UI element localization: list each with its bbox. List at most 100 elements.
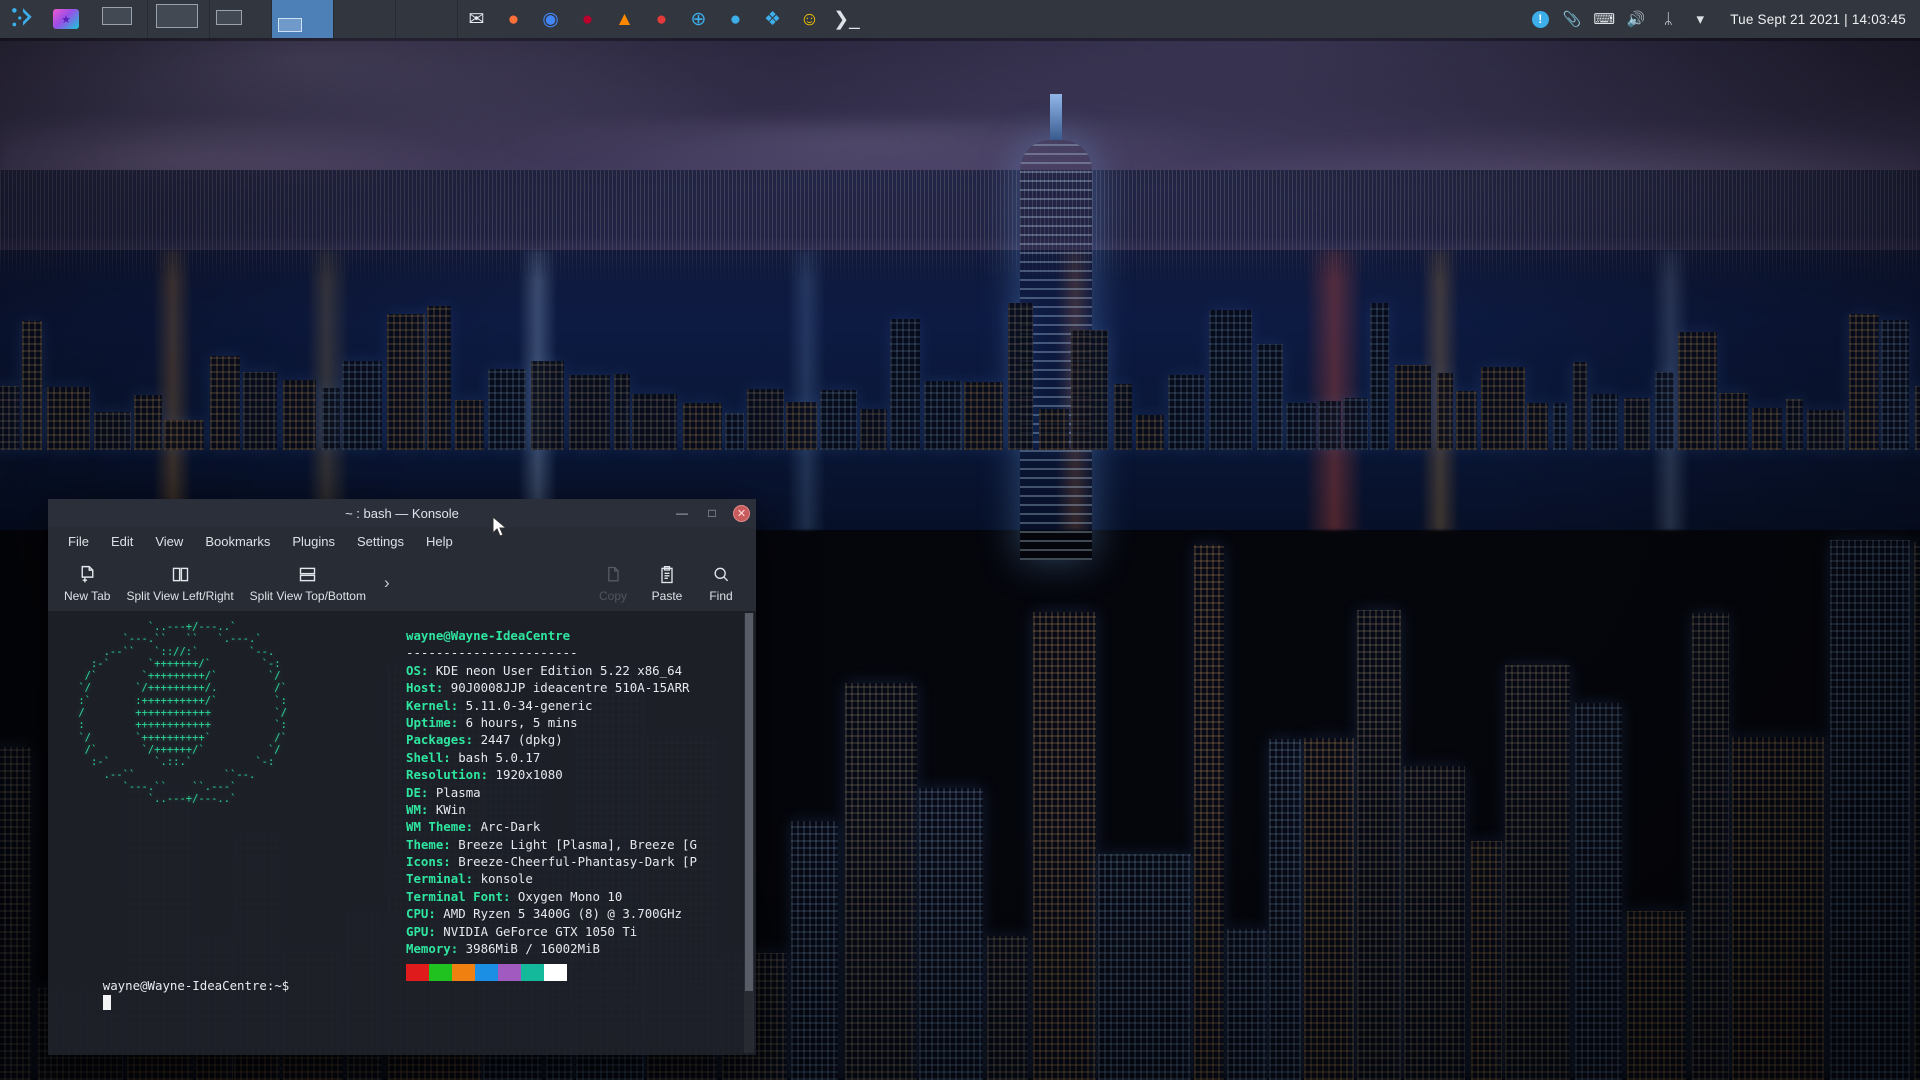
terminal-color-swatches — [406, 963, 567, 981]
taskbar-firefox-button[interactable]: ● — [495, 0, 532, 38]
neofetch-row: GPU: NVIDIA GeForce GTX 1050 Ti — [406, 923, 697, 940]
toolbar-paste[interactable]: Paste — [640, 562, 694, 605]
chevron-right-icon[interactable]: › — [374, 573, 400, 593]
neofetch-value: konsole — [473, 871, 533, 887]
shell-prompt-line[interactable]: wayne@Wayne-IdeaCentre:~$ — [58, 959, 289, 1029]
wallpaper-building — [1471, 841, 1502, 1080]
terminal-output-area[interactable]: `..---+/---..` `---.`` `` `.---.` .--`` … — [48, 611, 756, 1055]
wallpaper-building — [569, 375, 610, 450]
wallpaper-building — [488, 369, 526, 450]
neofetch-value: 6 hours, 5 mins — [458, 714, 578, 730]
toolbar-split-tb-label: Split View Top/Bottom — [249, 588, 366, 603]
wallpaper-building — [1591, 394, 1618, 450]
wallpaper-building — [1269, 739, 1301, 1080]
new-tab-icon — [77, 564, 98, 586]
wallpaper-building — [1719, 393, 1748, 450]
menu-item-help[interactable]: Help — [416, 530, 463, 553]
pager-desktop-2[interactable] — [148, 0, 210, 38]
taskbar-discover-button[interactable]: ● — [717, 0, 754, 38]
toolbar-split-left-right[interactable]: Split View Left/Right — [118, 562, 241, 605]
close-button[interactable]: ✕ — [733, 504, 750, 522]
konsole-toolbar: New Tab Split View Left/Right Split View… — [48, 555, 756, 611]
taskbar-emoji-button[interactable]: ☺ — [791, 0, 828, 38]
color-swatch — [452, 963, 475, 981]
folder-star-icon — [53, 9, 79, 29]
taskbar-thunderbird-button[interactable]: ✉ — [458, 0, 495, 38]
wallpaper-building — [94, 412, 131, 450]
menu-item-file[interactable]: File — [58, 530, 99, 553]
keyboard-tray-item[interactable]: ⌨ — [1588, 0, 1620, 38]
taskbar-japan-flag-button[interactable]: ● — [569, 0, 606, 38]
color-swatch — [498, 963, 521, 981]
neofetch-row: Terminal Font: Oxygen Mono 10 — [406, 888, 697, 905]
neofetch-key: Shell: — [406, 749, 451, 765]
taskbar-konsole-button[interactable]: ❯_ — [828, 0, 865, 38]
taskbar-kde-app-button[interactable]: ❖ — [754, 0, 791, 38]
bluetooth-tray-item[interactable]: ᛦ — [1652, 0, 1684, 38]
neofetch-value: KDE neon User Edition 5.22 x86_64 — [428, 662, 683, 678]
wallpaper-building — [1286, 403, 1316, 450]
neofetch-value: 5.11.0-34-generic — [458, 697, 593, 713]
wallpaper-building — [1033, 612, 1096, 1080]
maximize-button[interactable]: □ — [703, 504, 721, 522]
task-manager-icons: ✉ ● ◉ ● ▲ ● ⊕ ● ❖ ☺ ❯_ — [458, 0, 865, 38]
emoji-icon: ☺ — [799, 8, 820, 30]
taskbar-vlc-button[interactable]: ▲ — [606, 0, 643, 38]
taskbar-chrome-button[interactable]: ◉ — [532, 0, 569, 38]
terminal-scrollbar[interactable] — [744, 613, 754, 1053]
wallpaper-building — [0, 386, 20, 450]
plasma-top-panel: ✉ ● ◉ ● ▲ ● ⊕ ● ❖ ☺ ❯_ ! 📎 ⌨ 🔊 ᛦ ▾ Tue Sept 21 2021 | 1… — [0, 0, 1920, 41]
neofetch-ascii-logo: `..---+/---..` `---.`` `` `.---.` .--`` … — [78, 621, 287, 806]
digital-clock[interactable]: Tue Sept 21 2021 | 14:03:45 — [1716, 12, 1920, 27]
menu-item-bookmarks[interactable]: Bookmarks — [195, 530, 280, 553]
konsole-window: ~ : bash — Konsole — □ ✕ File Edit View Boo… — [48, 499, 756, 1055]
neofetch-row: WM: KWin — [406, 801, 697, 818]
find-icon — [711, 564, 731, 586]
menu-item-settings[interactable]: Settings — [347, 530, 414, 553]
toolbar-split-top-bottom[interactable]: Split View Top/Bottom — [242, 562, 374, 605]
vlc-icon: ▲ — [615, 8, 634, 30]
wallpaper-building — [987, 936, 1028, 1080]
notifications-tray-item[interactable]: ! — [1524, 0, 1556, 38]
toolbar-find[interactable]: Find — [694, 562, 748, 605]
pager-desktop-1[interactable] — [86, 0, 148, 38]
pager-window-thumb — [156, 4, 198, 28]
menu-item-plugins[interactable]: Plugins — [282, 530, 345, 553]
tray-expand-tray-item[interactable]: ▾ — [1684, 0, 1716, 38]
mouse-cursor — [492, 516, 508, 537]
menu-item-edit[interactable]: Edit — [101, 530, 143, 553]
taskbar-strawberry-button[interactable]: ● — [643, 0, 680, 38]
neofetch-value: Breeze Light [Plasma], Breeze [G — [450, 836, 697, 852]
clipboard-tray-item[interactable]: 📎 — [1556, 0, 1588, 38]
wallpaper-building — [1573, 362, 1587, 450]
wallpaper-building — [1370, 303, 1389, 450]
color-swatch — [406, 963, 429, 981]
pager-desktop-3[interactable] — [210, 0, 272, 38]
menu-item-view[interactable]: View — [145, 530, 193, 553]
audio-volume-tray-item[interactable]: 🔊 — [1620, 0, 1652, 38]
neofetch-row: Resolution: 1920x1080 — [406, 766, 697, 783]
neofetch-key: Packages: — [406, 732, 474, 748]
toolbar-new-tab[interactable]: New Tab — [56, 562, 118, 605]
konsole-titlebar[interactable]: ~ : bash — Konsole — □ ✕ — [48, 499, 756, 527]
discover-icon: ● — [729, 8, 742, 30]
split-top-bottom-icon — [297, 564, 318, 586]
wallpaper-building — [322, 388, 340, 450]
pager-desktop-5[interactable] — [334, 0, 396, 38]
neofetch-key: Terminal Font: — [406, 888, 511, 904]
taskbar-kdeconnect-button[interactable]: ⊕ — [680, 0, 717, 38]
minimize-button[interactable]: — — [673, 504, 691, 522]
desktop-pager[interactable] — [86, 0, 458, 38]
wallpaper-building — [1849, 314, 1879, 450]
system-tray: ! 📎 ⌨ 🔊 ᛦ ▾ — [1524, 0, 1716, 38]
application-launcher-button[interactable] — [0, 0, 46, 38]
scrollbar-thumb[interactable] — [745, 613, 753, 992]
wallpaper-building — [1114, 384, 1132, 450]
neofetch-value: Breeze-Cheerful-Phantasy-Dark [P — [450, 854, 697, 870]
folder-star-launcher-button[interactable] — [46, 0, 86, 38]
pager-window-thumb — [102, 7, 132, 25]
neofetch-value: KWin — [428, 801, 466, 817]
pager-desktop-6[interactable] — [396, 0, 458, 38]
neofetch-row: Kernel: 5.11.0-34-generic — [406, 697, 697, 714]
pager-desktop-4[interactable] — [272, 0, 334, 38]
